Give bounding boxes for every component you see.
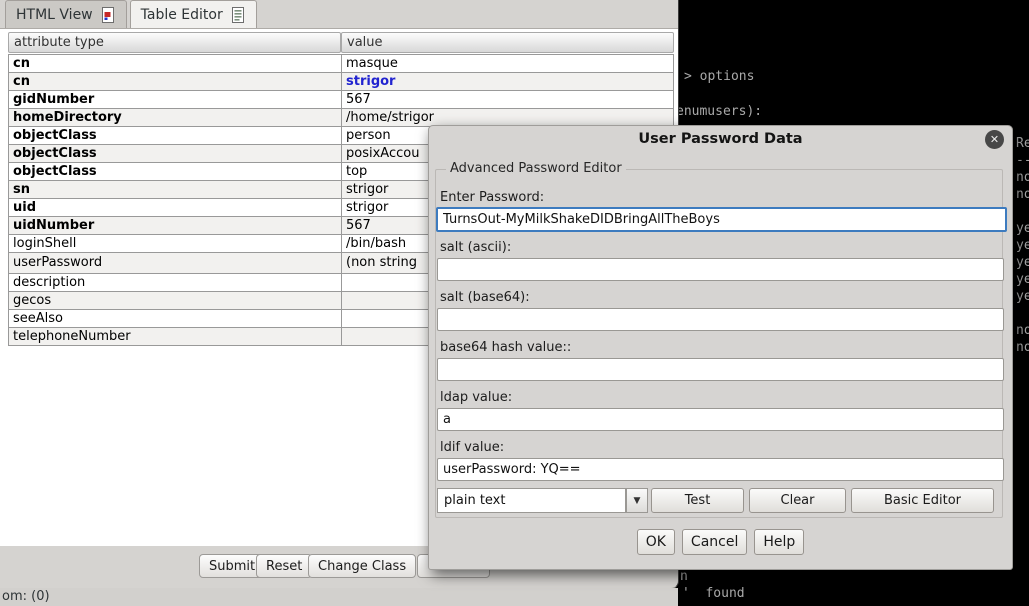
tab-html-view[interactable]: HTML View [5,0,127,28]
ldif-value-label: ldif value: [440,440,504,455]
terminal-text-fragment: no [1016,340,1029,355]
group-label: Advanced Password Editor [446,161,626,176]
ok-button[interactable]: OK [637,529,675,555]
attribute-value-cell: strigor [341,73,674,91]
attribute-type-cell: uidNumber [8,217,341,235]
desktop: > options enumusers): n ' found Re -- no no ye y… [0,0,1029,606]
terminal-text-fragment: no [1016,170,1029,185]
chevron-down-icon[interactable]: ▼ [626,488,648,513]
dialog-title: User Password Data [429,131,1012,147]
html-doc-icon [100,7,116,23]
attribute-type-cell: cn [8,55,341,73]
attribute-type-cell: objectClass [8,127,341,145]
attribute-type-cell: description [8,274,341,292]
enter-password-input[interactable] [436,207,1007,232]
test-button[interactable]: Test [651,488,744,513]
table-doc-icon [230,7,246,23]
salt-base64-input[interactable] [437,308,1004,331]
basic-editor-button[interactable]: Basic Editor [851,488,994,513]
attribute-type-cell: objectClass [8,163,341,181]
terminal-text-fragment: ye [1016,255,1029,270]
ldif-value-input[interactable] [437,458,1004,481]
tab-label: HTML View [16,7,93,23]
terminal-text-fragment: ye [1016,272,1029,287]
close-icon[interactable]: ✕ [985,130,1004,149]
salt-base64-label: salt (base64): [440,290,530,305]
attribute-type-cell: loginShell [8,235,341,253]
status-bar: om: (0) [0,588,678,606]
attribute-type-cell: cn [8,73,341,91]
tab-bar: HTML View Table Editor [0,0,678,28]
terminal-text-fragment: no [1016,323,1029,338]
salt-ascii-label: salt (ascii): [440,240,511,255]
attribute-type-cell: telephoneNumber [8,328,341,346]
attribute-value-cell: masque [341,55,674,73]
attribute-type-cell: gidNumber [8,91,341,109]
attribute-type-cell: gecos [8,292,341,310]
column-header-attribute-type[interactable]: attribute type [8,32,341,53]
base64-hash-value-input[interactable] [437,358,1004,381]
tab-table-editor[interactable]: Table Editor [130,0,257,28]
terminal-text-line: enumusers): [676,104,762,119]
help-button[interactable]: Help [754,529,804,555]
terminal-text-line: ' found [682,586,745,601]
terminal-text-fragment: -- [1016,153,1029,168]
terminal-text-line: n [680,569,688,584]
terminal-text-line: > options [684,69,754,84]
dialog-footer: OK Cancel Help [429,529,1012,555]
scheme-select[interactable]: plain text [437,488,626,513]
cancel-button[interactable]: Cancel [682,529,747,555]
column-header-value[interactable]: value [341,32,674,53]
change-class-button[interactable]: Change Class [308,554,416,578]
table-row[interactable]: cnmasque [8,55,674,73]
table-header-row: attribute type value [8,32,674,53]
table-row[interactable]: gidNumber567 [8,91,674,109]
user-password-dialog: User Password Data ✕ Advanced Password E… [428,125,1013,570]
attribute-type-cell: sn [8,181,341,199]
ldap-value-label: ldap value: [440,390,512,405]
base64-hash-value-label: base64 hash value:: [440,340,571,355]
table-row[interactable]: cnstrigor [8,73,674,91]
enter-password-label: Enter Password: [440,190,544,205]
attribute-type-cell: homeDirectory [8,109,341,127]
clear-button[interactable]: Clear [749,488,846,513]
attribute-type-cell: seeAlso [8,310,341,328]
salt-ascii-input[interactable] [437,258,1004,281]
terminal-text-fragment: Re [1016,136,1029,151]
terminal-text-fragment: ye [1016,221,1029,236]
attribute-type-cell: userPassword [8,253,341,274]
attribute-type-cell: uid [8,199,341,217]
ldap-value-input[interactable] [437,408,1004,431]
terminal-text-fragment: no [1016,187,1029,202]
attribute-value-cell: 567 [341,91,674,109]
tab-label: Table Editor [141,7,223,23]
terminal-text-fragment: ye [1016,238,1029,253]
reset-button[interactable]: Reset [256,554,312,578]
attribute-type-cell: objectClass [8,145,341,163]
terminal-text-fragment: ye [1016,289,1029,304]
